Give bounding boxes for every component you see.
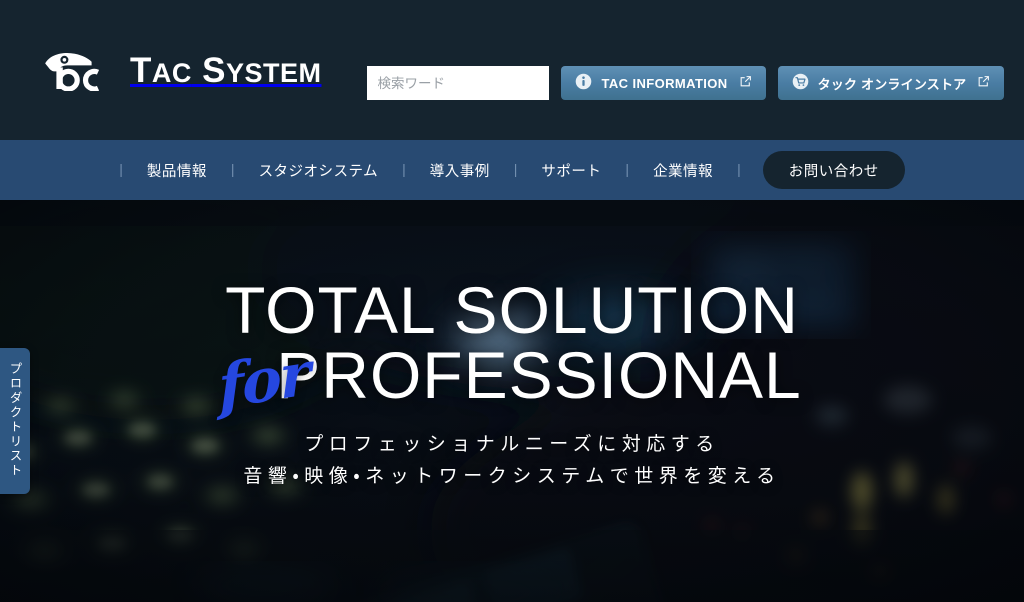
hero-subtitle-line1: プロフェッショナルニーズに対応する xyxy=(304,433,720,455)
hero-subtitle: プロフェッショナルニーズに対応する 音響・映像・ネットワークシステムで世界を変え… xyxy=(0,429,1024,494)
tac-online-store-label: タック オンラインストア xyxy=(817,76,967,92)
info-circle-icon xyxy=(575,73,592,93)
side-tab-product-list[interactable]: プロダクトリスト xyxy=(0,348,30,494)
site-header: TAC SYSTEM 検索ワード TAC INFORMATION タック オンラ… xyxy=(0,0,1024,140)
nav-item-company[interactable]: 企業情報 xyxy=(629,160,737,181)
brand-wordmark: TAC SYSTEM xyxy=(130,50,322,90)
nav-contact-button[interactable]: お問い合わせ xyxy=(762,151,905,189)
hero-subtitle-line2: 音響・映像・ネットワークシステムで世界を変える xyxy=(243,466,781,488)
external-link-icon xyxy=(739,75,752,91)
nav-item-support[interactable]: サポート xyxy=(517,160,625,181)
nav-item-products[interactable]: 製品情報 xyxy=(123,160,231,181)
site-logo-link[interactable]: TAC SYSTEM xyxy=(38,49,322,92)
tac-falcon-logo-icon xyxy=(38,49,118,92)
nav-item-studio-system[interactable]: スタジオシステム xyxy=(235,160,403,181)
nav-separator: | xyxy=(625,161,630,177)
external-link-icon xyxy=(977,75,990,91)
nav-separator: | xyxy=(230,161,235,177)
hero-headline-line2: PROFESSIONAL xyxy=(276,338,802,413)
search-box[interactable] xyxy=(367,66,550,100)
hero-headline-block: TOTAL SOLUTION PROFESSIONAL for xyxy=(217,273,802,423)
nav-items: | 製品情報 | スタジオシステム | 導入事例 | サポート | 企業情報 |… xyxy=(119,151,905,189)
nav-separator: | xyxy=(737,161,741,177)
nav-separator: | xyxy=(402,161,406,177)
nav-separator: | xyxy=(119,161,123,177)
tac-information-button[interactable]: TAC INFORMATION xyxy=(561,66,766,100)
tac-online-store-button[interactable]: タック オンラインストア xyxy=(777,66,1005,100)
nav-item-case-studies[interactable]: 導入事例 xyxy=(406,160,514,181)
header-tools: TAC INFORMATION xyxy=(367,40,1005,100)
search-input[interactable] xyxy=(367,66,550,100)
hero-headline-line1: TOTAL SOLUTION xyxy=(225,273,799,347)
main-navigation: | 製品情報 | スタジオシステム | 導入事例 | サポート | 企業情報 |… xyxy=(0,140,1024,200)
tac-information-label: TAC INFORMATION xyxy=(601,75,728,91)
hero-copy: TOTAL SOLUTION PROFESSIONAL for プロフェッショナ… xyxy=(0,273,1024,494)
hero-section: プロダクトリスト TOTAL SOLUTION PROFESSIONAL for… xyxy=(0,200,1024,602)
nav-separator: | xyxy=(513,161,518,177)
shopping-cart-icon xyxy=(792,73,809,93)
page-root: TAC SYSTEM 検索ワード TAC INFORMATION タック オンラ… xyxy=(0,0,1024,602)
